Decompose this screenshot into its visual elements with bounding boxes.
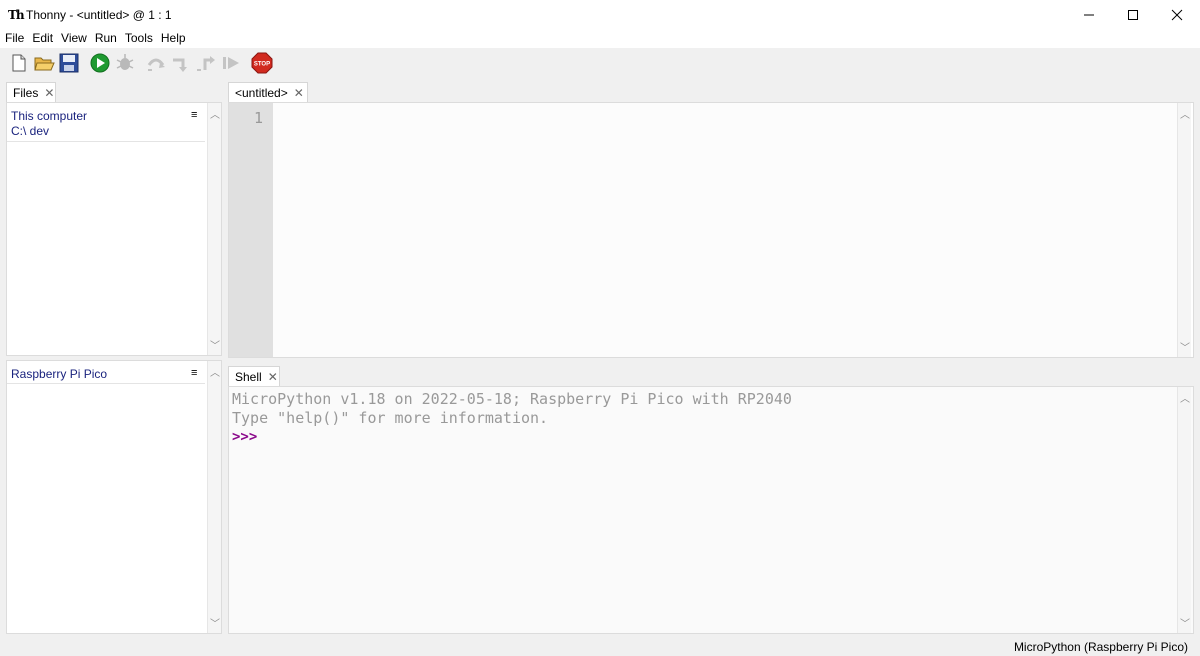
minimize-button[interactable]: [1066, 0, 1112, 30]
stop-button[interactable]: STOP: [251, 52, 273, 74]
files-local-panel: This computer C:\ dev ≡ ︿ ﹀: [6, 102, 222, 356]
stop-icon: STOP: [251, 52, 273, 74]
step-into-icon: [173, 58, 187, 72]
tab-shell-label: Shell: [235, 369, 262, 384]
window-title: Thonny - <untitled> @ 1 : 1: [26, 8, 172, 22]
local-section-title[interactable]: This computer: [11, 109, 87, 123]
status-bar: MicroPython (Raspberry Pi Pico): [0, 636, 1200, 656]
scroll-up-icon[interactable]: ︿: [1178, 390, 1192, 405]
open-file-icon: [34, 57, 55, 71]
step-out-button[interactable]: [195, 52, 217, 74]
step-into-button[interactable]: [170, 52, 192, 74]
scroll-down-icon[interactable]: ﹀: [208, 615, 222, 630]
menu-bar: File Edit View Run Tools Help: [0, 30, 1200, 48]
files-device-scrollbar[interactable]: ︿ ﹀: [207, 361, 221, 633]
maximize-icon: [1128, 10, 1138, 20]
step-over-icon: [147, 58, 165, 71]
scroll-down-icon[interactable]: ﹀: [1178, 615, 1192, 630]
close-icon[interactable]: ✕: [294, 86, 304, 100]
menu-edit[interactable]: Edit: [27, 30, 56, 48]
maximize-button[interactable]: [1110, 0, 1156, 30]
files-device-panel: Raspberry Pi Pico ≡ ︿ ﹀: [6, 360, 222, 634]
shell-panel[interactable]: MicroPython v1.18 on 2022-05-18; Raspber…: [228, 386, 1194, 634]
resume-icon: [223, 57, 239, 69]
scroll-up-icon[interactable]: ︿: [1178, 106, 1192, 121]
close-icon[interactable]: ✕: [268, 370, 278, 384]
divider: [7, 141, 205, 142]
save-file-icon: [59, 53, 79, 73]
line-number: 1: [253, 109, 263, 127]
run-button[interactable]: [89, 52, 111, 74]
menu-help[interactable]: Help: [156, 30, 189, 48]
scroll-up-icon[interactable]: ︿: [208, 106, 222, 121]
save-file-button[interactable]: [58, 52, 80, 74]
shell-banner-line1: MicroPython v1.18 on 2022-05-18; Raspber…: [232, 390, 792, 408]
close-button[interactable]: [1154, 0, 1200, 30]
divider: [7, 383, 205, 384]
tab-files-label: Files: [13, 85, 39, 100]
line-number-gutter: 1: [229, 103, 273, 357]
run-icon: [90, 53, 110, 73]
device-section-title[interactable]: Raspberry Pi Pico: [11, 367, 107, 381]
new-file-icon: [12, 54, 26, 72]
menu-file[interactable]: File: [0, 30, 27, 48]
shell-prompt[interactable]: >>>: [232, 429, 257, 445]
device-menu-icon[interactable]: ≡: [191, 367, 197, 379]
new-file-button[interactable]: [8, 52, 30, 74]
interpreter-status[interactable]: MicroPython (Raspberry Pi Pico): [1014, 640, 1188, 654]
local-path[interactable]: C:\ dev: [11, 124, 49, 138]
step-over-button[interactable]: [145, 52, 167, 74]
menu-run[interactable]: Run: [90, 30, 120, 48]
shell-banner-line2: Type "help()" for more information.: [232, 409, 549, 427]
tab-files[interactable]: Files ✕: [6, 82, 56, 102]
open-file-button[interactable]: [33, 52, 55, 74]
scroll-up-icon[interactable]: ︿: [208, 364, 222, 379]
svg-text:STOP: STOP: [254, 62, 270, 68]
shell-scrollbar[interactable]: ︿ ﹀: [1177, 387, 1191, 633]
editor-panel: 1 ︿ ﹀: [228, 102, 1194, 358]
close-icon: [1171, 9, 1183, 21]
title-bar: Th Thonny - <untitled> @ 1 : 1: [0, 0, 1200, 30]
tab-shell[interactable]: Shell ✕: [228, 366, 280, 386]
editor-scrollbar[interactable]: ︿ ﹀: [1177, 103, 1191, 357]
local-menu-icon[interactable]: ≡: [191, 109, 197, 121]
debug-button[interactable]: [114, 52, 136, 74]
menu-view[interactable]: View: [56, 30, 90, 48]
code-editor[interactable]: [273, 103, 1177, 357]
resume-button[interactable]: [220, 52, 242, 74]
close-icon[interactable]: ✕: [44, 86, 54, 100]
files-local-scrollbar[interactable]: ︿ ﹀: [207, 103, 221, 355]
debug-icon: [116, 54, 134, 70]
tab-untitled-label: <untitled>: [235, 85, 288, 100]
scroll-down-icon[interactable]: ﹀: [208, 337, 222, 352]
minimize-icon: [1084, 14, 1094, 16]
scroll-down-icon[interactable]: ﹀: [1178, 339, 1192, 354]
tab-untitled[interactable]: <untitled> ✕: [228, 82, 308, 102]
step-out-icon: [197, 56, 215, 71]
thonny-logo-icon: Th: [8, 8, 25, 22]
menu-tools[interactable]: Tools: [120, 30, 156, 48]
